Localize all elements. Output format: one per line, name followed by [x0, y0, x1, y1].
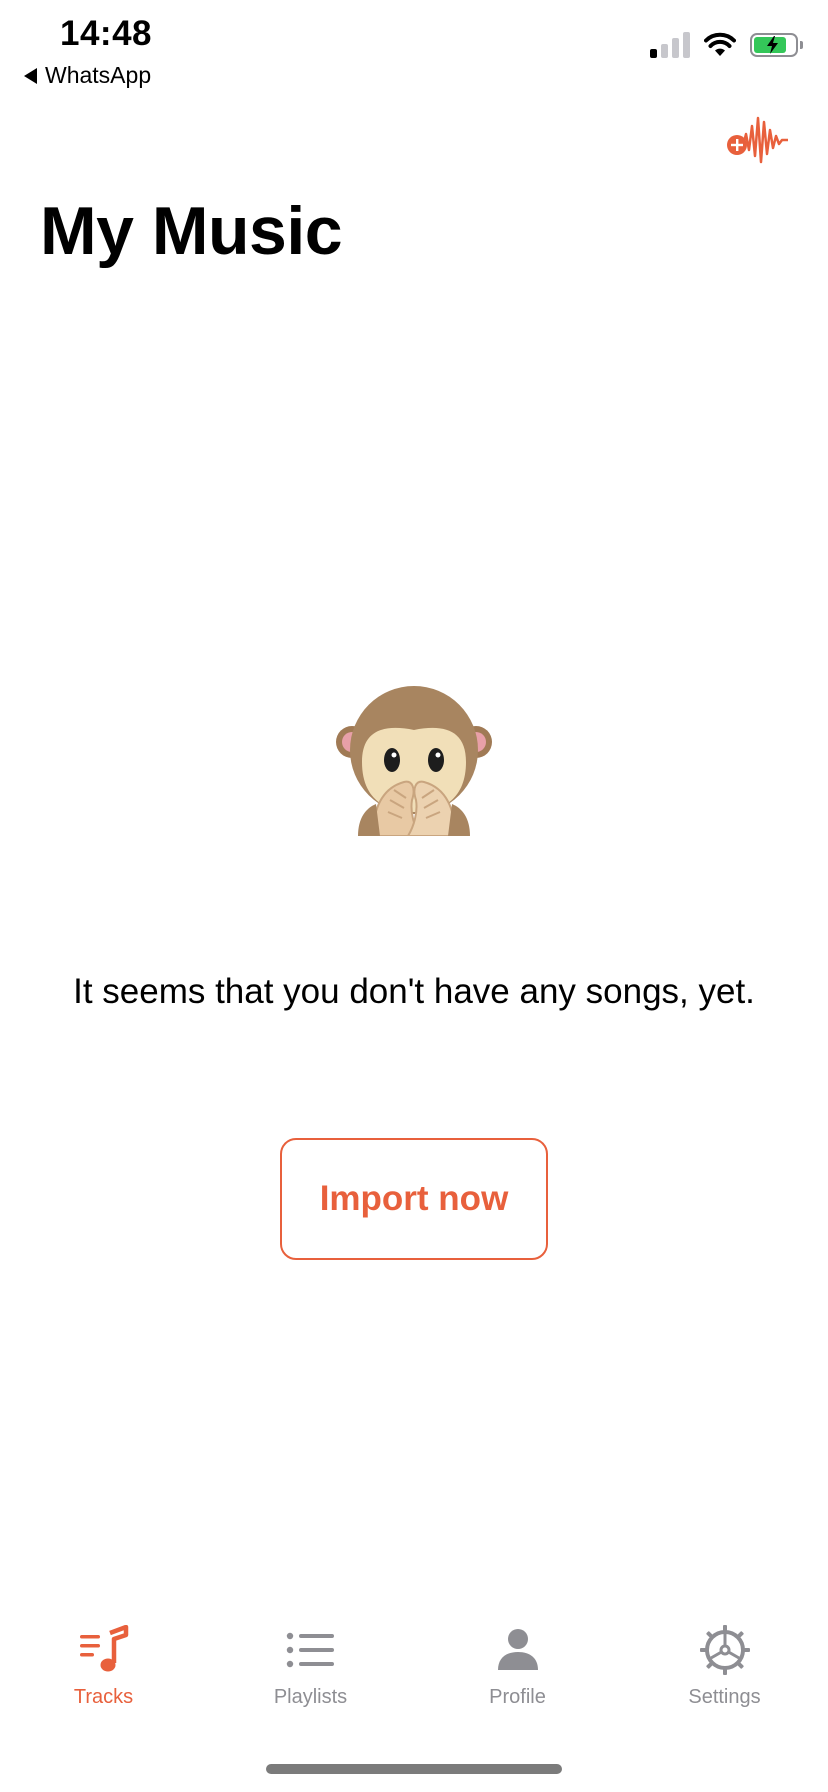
gear-icon	[695, 1620, 755, 1680]
back-triangle-icon	[24, 67, 37, 84]
page-title: My Music	[40, 193, 343, 269]
add-audio-button[interactable]	[726, 112, 790, 166]
tab-settings[interactable]: Settings	[621, 1620, 828, 1730]
tab-tracks[interactable]: Tracks	[0, 1620, 207, 1730]
person-icon	[488, 1620, 548, 1680]
home-indicator[interactable]	[266, 1764, 562, 1774]
battery-charging-icon	[750, 33, 803, 57]
music-note-list-icon	[74, 1620, 134, 1680]
tab-playlists[interactable]: Playlists	[207, 1620, 414, 1730]
wifi-icon	[704, 32, 736, 56]
tab-profile[interactable]: Profile	[414, 1620, 621, 1730]
back-app-label: WhatsApp	[45, 62, 152, 88]
screen: 14:48 WhatsApp My Music It seems that yo…	[0, 0, 828, 1792]
add-audio-waveform-icon	[727, 116, 790, 164]
import-now-button[interactable]: Import now	[280, 1138, 548, 1260]
list-icon	[281, 1620, 341, 1680]
tab-label-settings: Settings	[688, 1686, 761, 1708]
status-time: 14:48	[60, 14, 153, 53]
back-to-app-button[interactable]: WhatsApp	[24, 62, 151, 89]
tab-label-profile: Profile	[489, 1686, 546, 1708]
cellular-signal-icon	[650, 32, 690, 58]
tab-bar: Tracks Playlists Profile Settings	[0, 1620, 828, 1730]
tab-label-playlists: Playlists	[273, 1686, 348, 1708]
empty-state-message: It seems that you don't have any songs, …	[73, 972, 755, 1011]
tab-label-tracks: Tracks	[73, 1686, 134, 1708]
status-indicators	[650, 32, 803, 58]
see-no-evil-monkey-icon	[336, 686, 492, 836]
